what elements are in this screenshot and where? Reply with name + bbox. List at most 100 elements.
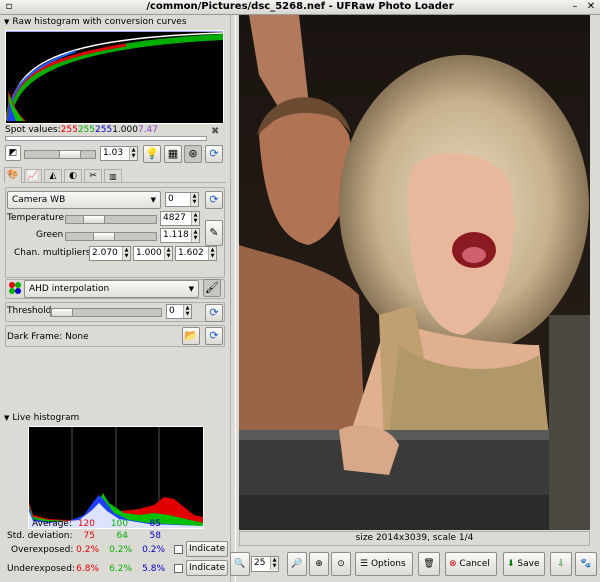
temperature-value: 4827 [163, 213, 186, 223]
notebook-tabs: 🎨 📈 ◭ ◐ ✂ ▥ [4, 167, 226, 183]
std-r: 75 [83, 531, 95, 541]
reset-wb-icon[interactable]: ⟳ [205, 191, 223, 209]
tab-curves[interactable]: 📈 [24, 169, 42, 183]
zoom-100-button[interactable]: ⊙ [331, 552, 351, 576]
delete-button[interactable]: 🗑 [418, 552, 440, 576]
zoom-in-button[interactable]: 🔎 [287, 552, 307, 576]
left-panel: ▼ Raw histogram with conversion curves Sp… [0, 15, 229, 582]
mult-g-spin[interactable]: 1.000 ▲ ▼ [133, 246, 173, 261]
smoothing-brush-icon[interactable]: 🖌 [203, 279, 221, 297]
raw-histogram-plot [6, 31, 223, 122]
mult-b-value: 1.602 [178, 248, 204, 258]
spin-arrows-icon[interactable]: ▲ ▼ [129, 147, 137, 160]
image-preview[interactable] [239, 15, 590, 530]
save-as-button[interactable]: ⇩ [550, 552, 572, 576]
clear-spot-icon[interactable]: ✖ [211, 126, 219, 137]
reset-dark-frame-icon[interactable]: ⟳ [205, 327, 223, 345]
green-label: Green [36, 230, 64, 240]
tab-color-management[interactable]: ◭ [44, 169, 62, 183]
threshold-slider[interactable] [50, 308, 162, 317]
spin-arrows-icon[interactable]: ▲ ▼ [191, 229, 199, 242]
auto-exposure-icon[interactable]: 💡 [143, 145, 161, 163]
spin-arrows-icon[interactable]: ▲ ▼ [270, 557, 278, 570]
close-icon[interactable]: ✕ [585, 1, 597, 13]
live-histogram-expander[interactable]: ▼ Live histogram [4, 413, 79, 423]
threshold-spin[interactable]: 0 ▲ ▼ [166, 304, 192, 319]
raw-histogram-heading: Raw histogram with conversion curves [12, 17, 187, 27]
live-histogram-heading: Live histogram [12, 413, 80, 423]
live-histogram[interactable] [28, 426, 204, 529]
preview-status-text: size 2014x3039, scale 1/4 [355, 533, 474, 543]
zoom-out-button[interactable]: 🔍 [230, 552, 250, 576]
raw-histogram-expander[interactable]: ▼ Raw histogram with conversion curves [4, 17, 187, 27]
title-bar: ▫ /common/Pictures/dsc_5268.nef - UFRaw … [0, 0, 600, 15]
tab-crop[interactable]: ✂ [84, 169, 102, 183]
interpolation-combo[interactable]: AHD interpolation ▼ [24, 280, 199, 298]
mult-b-spin[interactable]: 1.602 ▲ ▼ [175, 246, 217, 261]
temperature-slider-knob[interactable] [83, 216, 105, 223]
restore-details-icon[interactable]: ⊛ [184, 145, 202, 163]
temperature-spin[interactable]: 4827 ▲ ▼ [160, 211, 200, 226]
zoom-100-icon: ⊙ [337, 559, 345, 569]
over-r: 0.2% [76, 545, 99, 555]
options-icon: ☰ [360, 559, 369, 569]
indicate-overexposed-checkbox[interactable] [174, 545, 183, 554]
mult-r-spin[interactable]: 2.070 ▲ ▼ [89, 246, 131, 261]
cancel-label: Cancel [459, 559, 490, 569]
wb-mode-combo[interactable]: Camera WB ▼ [7, 191, 161, 209]
indicate-overexposed-button[interactable]: Indicate [186, 541, 229, 557]
green-slider-knob[interactable] [93, 233, 115, 240]
spin-arrows-icon[interactable]: ▲ ▼ [164, 247, 172, 260]
indicate-underexposed-checkbox[interactable] [174, 564, 183, 573]
pane-divider[interactable] [230, 15, 236, 582]
spin-arrows-icon[interactable]: ▲ ▼ [191, 212, 199, 225]
options-button[interactable]: ☰ Options [355, 552, 413, 576]
spin-arrows-icon[interactable]: ▲ ▼ [122, 247, 130, 260]
spot-r: 255 [60, 125, 78, 135]
average-g: 100 [110, 519, 128, 529]
exposure-spin[interactable]: 1.03 ▲ ▼ [100, 146, 138, 161]
spot-b: 255 [95, 125, 113, 135]
dark-frame-value: None [65, 332, 89, 342]
spin-arrows-icon[interactable]: ▲ ▼ [183, 305, 191, 318]
green-spin[interactable]: 1.118 ▲ ▼ [160, 228, 200, 243]
spin-arrows-icon[interactable]: ▲ ▼ [208, 247, 216, 260]
chevron-down-icon: ▼ [150, 196, 156, 204]
spin-arrows-icon[interactable]: ▲ ▼ [190, 193, 198, 206]
exposure-slider-knob[interactable] [59, 151, 81, 158]
average-b: 85 [149, 519, 161, 529]
wb-mode-value: Camera WB [12, 195, 66, 205]
tab-white-balance[interactable]: 🎨 [4, 167, 22, 183]
trash-icon: 🗑 [423, 559, 435, 569]
indicate-underexposed-button[interactable]: Indicate [186, 560, 229, 576]
temperature-slider[interactable] [65, 215, 157, 224]
threshold-slider-knob[interactable] [51, 309, 73, 316]
save-button[interactable]: ⬇ Save [503, 552, 545, 576]
interpolation-icon [8, 281, 22, 295]
minimize-icon[interactable]: – [569, 1, 581, 13]
raw-histogram[interactable] [5, 30, 224, 124]
dark-frame-label: Dark Frame: [7, 332, 63, 342]
average-r: 120 [77, 519, 95, 529]
zoom-fit-button[interactable]: ⊕ [309, 552, 329, 576]
cancel-button[interactable]: ⊗ Cancel [445, 552, 497, 576]
tab-corrections[interactable]: ◐ [64, 169, 82, 183]
indicate-overexposed-label: Indicate [189, 544, 226, 554]
clip-highlights-icon[interactable]: ▦ [164, 145, 182, 163]
under-g: 6.2% [109, 564, 132, 574]
wb-fine-tune-spin[interactable]: 0 ▲ ▼ [165, 192, 199, 207]
tab-exif[interactable]: ▥ [104, 169, 122, 183]
send-to-gimp-button[interactable]: 🐾 [575, 552, 597, 576]
green-slider[interactable] [65, 232, 157, 241]
exposure-slider[interactable] [24, 150, 96, 159]
reset-exposure-icon[interactable]: ⟳ [205, 145, 223, 163]
zoom-spin[interactable]: 25 ▲ ▼ [251, 556, 279, 572]
multipliers-label: Chan. multipliers [14, 248, 91, 258]
reset-threshold-icon[interactable]: ⟳ [205, 304, 223, 322]
open-folder-icon[interactable]: 📂 [182, 327, 200, 345]
std-b: 58 [149, 531, 161, 541]
spot-wb-picker-icon[interactable]: ✎ [205, 220, 223, 246]
zoom-value: 25 [254, 558, 266, 568]
underexposed-label: Underexposed: [7, 564, 75, 574]
window-title: /common/Pictures/dsc_5268.nef - UFRaw Ph… [146, 1, 454, 12]
